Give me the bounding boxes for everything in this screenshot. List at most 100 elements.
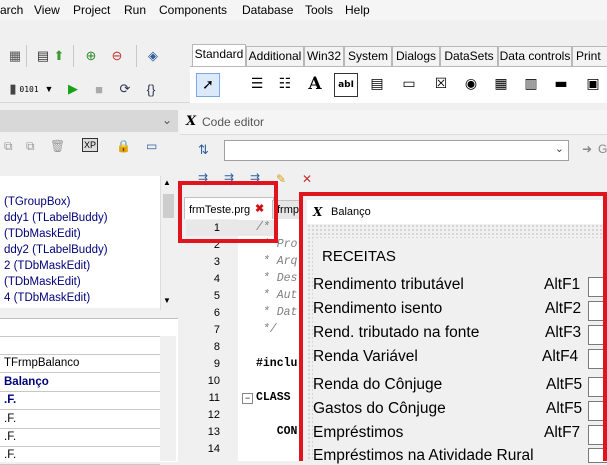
- menu-database[interactable]: Database: [242, 3, 293, 17]
- chevron-down-icon[interactable]: ⌄: [555, 142, 564, 155]
- mask-edit-field[interactable]: [588, 301, 607, 321]
- tree-item[interactable]: 2 (TDbMaskEdit): [4, 260, 90, 272]
- tab-dialogs[interactable]: Dialogs: [392, 46, 440, 66]
- label-renda-conjuge[interactable]: Renda do Cônjuge: [313, 376, 442, 394]
- shortcut-label: AltF7: [544, 424, 581, 441]
- line-number: 4: [213, 273, 220, 285]
- menu-tools[interactable]: Tools: [305, 3, 333, 17]
- tab-standard[interactable]: Standard: [192, 44, 246, 67]
- menu-view[interactable]: View: [34, 3, 60, 17]
- mask-edit-field[interactable]: [588, 277, 607, 297]
- chevron-down-icon[interactable]: ⌄: [162, 113, 172, 127]
- upload-icon[interactable]: ⬆: [50, 47, 68, 65]
- menu-run[interactable]: Run: [124, 3, 146, 17]
- tree-item[interactable]: ddy1 (TLabelBuddy): [4, 212, 108, 224]
- fold-toggle-icon[interactable]: −: [242, 393, 253, 404]
- xp-icon[interactable]: XP: [82, 138, 99, 152]
- label-rendimento-tributavel[interactable]: Rendimento tributável: [313, 276, 464, 294]
- new-unit-icon[interactable]: ⊕: [82, 47, 100, 65]
- tree-item[interactable]: (TDbMaskEdit): [4, 228, 81, 240]
- binary-icon[interactable]: 0101: [19, 80, 38, 98]
- step-over-icon[interactable]: ⟳: [116, 80, 134, 98]
- property-row[interactable]: .F.: [0, 411, 160, 429]
- code-line: /*: [256, 221, 270, 234]
- dropdown-arrow-icon[interactable]: ▼: [40, 80, 58, 98]
- mask-edit-field[interactable]: [588, 325, 607, 345]
- mask-edit-field[interactable]: [588, 377, 607, 397]
- save-all-icon[interactable]: ▦: [6, 47, 24, 65]
- menu-help[interactable]: Help: [345, 3, 370, 17]
- combobox-icon[interactable]: ▥: [520, 73, 542, 95]
- mask-edit-field[interactable]: [588, 425, 607, 445]
- scrollbar-icon[interactable]: ▬: [550, 73, 572, 95]
- groupbox-icon[interactable]: ▣: [582, 73, 604, 95]
- property-row[interactable]: Balanço: [0, 374, 160, 392]
- tab-system[interactable]: System: [344, 46, 392, 66]
- scroll-down-icon[interactable]: ▼: [163, 296, 171, 305]
- window-icon[interactable]: ▭: [146, 139, 157, 153]
- tab-datasets[interactable]: DataSets: [440, 46, 498, 66]
- mask-edit-field[interactable]: [588, 349, 607, 369]
- copy-icon[interactable]: ⧉: [4, 139, 13, 154]
- scroll-thumb[interactable]: [163, 194, 174, 218]
- delete-icon[interactable]: 🗑: [50, 139, 65, 153]
- scroll-up-icon[interactable]: ▲: [163, 178, 171, 187]
- tree-item[interactable]: ddy2 (TLabelBuddy): [4, 244, 108, 256]
- lock-icon[interactable]: 🔒: [116, 139, 131, 153]
- function-combobox[interactable]: ⌄: [224, 140, 569, 161]
- label-emprestimos-atividade-rural[interactable]: Empréstimos na Atividade Rural: [313, 447, 534, 465]
- pointer-icon[interactable]: ➚: [196, 73, 220, 97]
- close-icon[interactable]: ✖: [255, 202, 264, 215]
- tab-print[interactable]: Print: [572, 46, 607, 66]
- goto-label[interactable]: G: [598, 142, 607, 156]
- memo-icon[interactable]: ▤: [366, 73, 388, 95]
- paste-icon[interactable]: ⧉: [26, 139, 35, 154]
- property-row[interactable]: TFrmpBalanco: [0, 355, 160, 373]
- bookmark-icon[interactable]: ⇶: [250, 172, 260, 186]
- property-row[interactable]: [0, 319, 160, 337]
- property-row[interactable]: .F.: [0, 447, 160, 465]
- menu-components[interactable]: Components: [159, 3, 227, 17]
- checkbox-icon[interactable]: ☒: [430, 73, 452, 95]
- label-rend-tributado-fonte[interactable]: Rend. tributado na fonte: [313, 324, 479, 342]
- label-rendimento-isento[interactable]: Rendimento isento: [313, 300, 442, 318]
- edit-icon[interactable]: abI: [334, 73, 358, 97]
- property-row[interactable]: .F.: [0, 392, 160, 410]
- pencil-icon[interactable]: ✎: [276, 172, 286, 186]
- form-icon[interactable]: ◈: [144, 47, 162, 65]
- tab-win32[interactable]: Win32: [304, 46, 344, 66]
- stop-icon[interactable]: ■: [90, 80, 108, 98]
- menu-search[interactable]: arch: [0, 3, 23, 17]
- mask-edit-field[interactable]: [588, 401, 607, 421]
- tree-item[interactable]: 4 (TDbMaskEdit): [4, 292, 90, 304]
- step-into-icon[interactable]: {}: [142, 80, 160, 98]
- label-emprestimos[interactable]: Empréstimos: [313, 424, 403, 442]
- label-gastos-conjuge[interactable]: Gastos do Cônjuge: [313, 400, 446, 418]
- tab-data-controls[interactable]: Data controls: [498, 46, 572, 66]
- property-row[interactable]: .F.: [0, 429, 160, 447]
- main-menu-icon[interactable]: ☰: [246, 73, 268, 95]
- indent-icon[interactable]: ⇶: [198, 172, 208, 186]
- tree-item[interactable]: (TGroupBox): [4, 196, 70, 208]
- tab-additional[interactable]: Additional: [246, 46, 304, 66]
- radio-icon[interactable]: ◉: [460, 73, 482, 95]
- sort-icon[interactable]: ⇅: [198, 142, 209, 158]
- unindent-icon[interactable]: ⇶: [224, 172, 234, 186]
- app-logo-icon: X: [186, 114, 197, 129]
- tab-frmteste[interactable]: frmTeste.prg ✖: [184, 197, 274, 220]
- tree-scrollbar[interactable]: ▲ ▼: [160, 176, 177, 310]
- label-renda-variavel[interactable]: Renda Variável: [313, 348, 418, 366]
- listbox-icon[interactable]: ▦: [490, 73, 512, 95]
- label-icon[interactable]: A: [304, 73, 326, 95]
- tree-item[interactable]: (TDbMaskEdit): [4, 276, 81, 288]
- arrow-right-icon[interactable]: ➜: [582, 142, 592, 156]
- run-icon[interactable]: ▶: [64, 80, 82, 98]
- clear-icon[interactable]: ✕: [302, 172, 312, 186]
- editor-action-icons: ⇶ ⇶ ⇶ ✎ ✕: [180, 170, 607, 192]
- property-row[interactable]: [0, 337, 160, 355]
- menu-project[interactable]: Project: [73, 3, 110, 17]
- remove-unit-icon[interactable]: ⊖: [108, 47, 126, 65]
- property-scrollbar[interactable]: [160, 336, 176, 461]
- button-icon[interactable]: ▭: [398, 73, 420, 95]
- popup-menu-icon[interactable]: ☷: [274, 73, 296, 95]
